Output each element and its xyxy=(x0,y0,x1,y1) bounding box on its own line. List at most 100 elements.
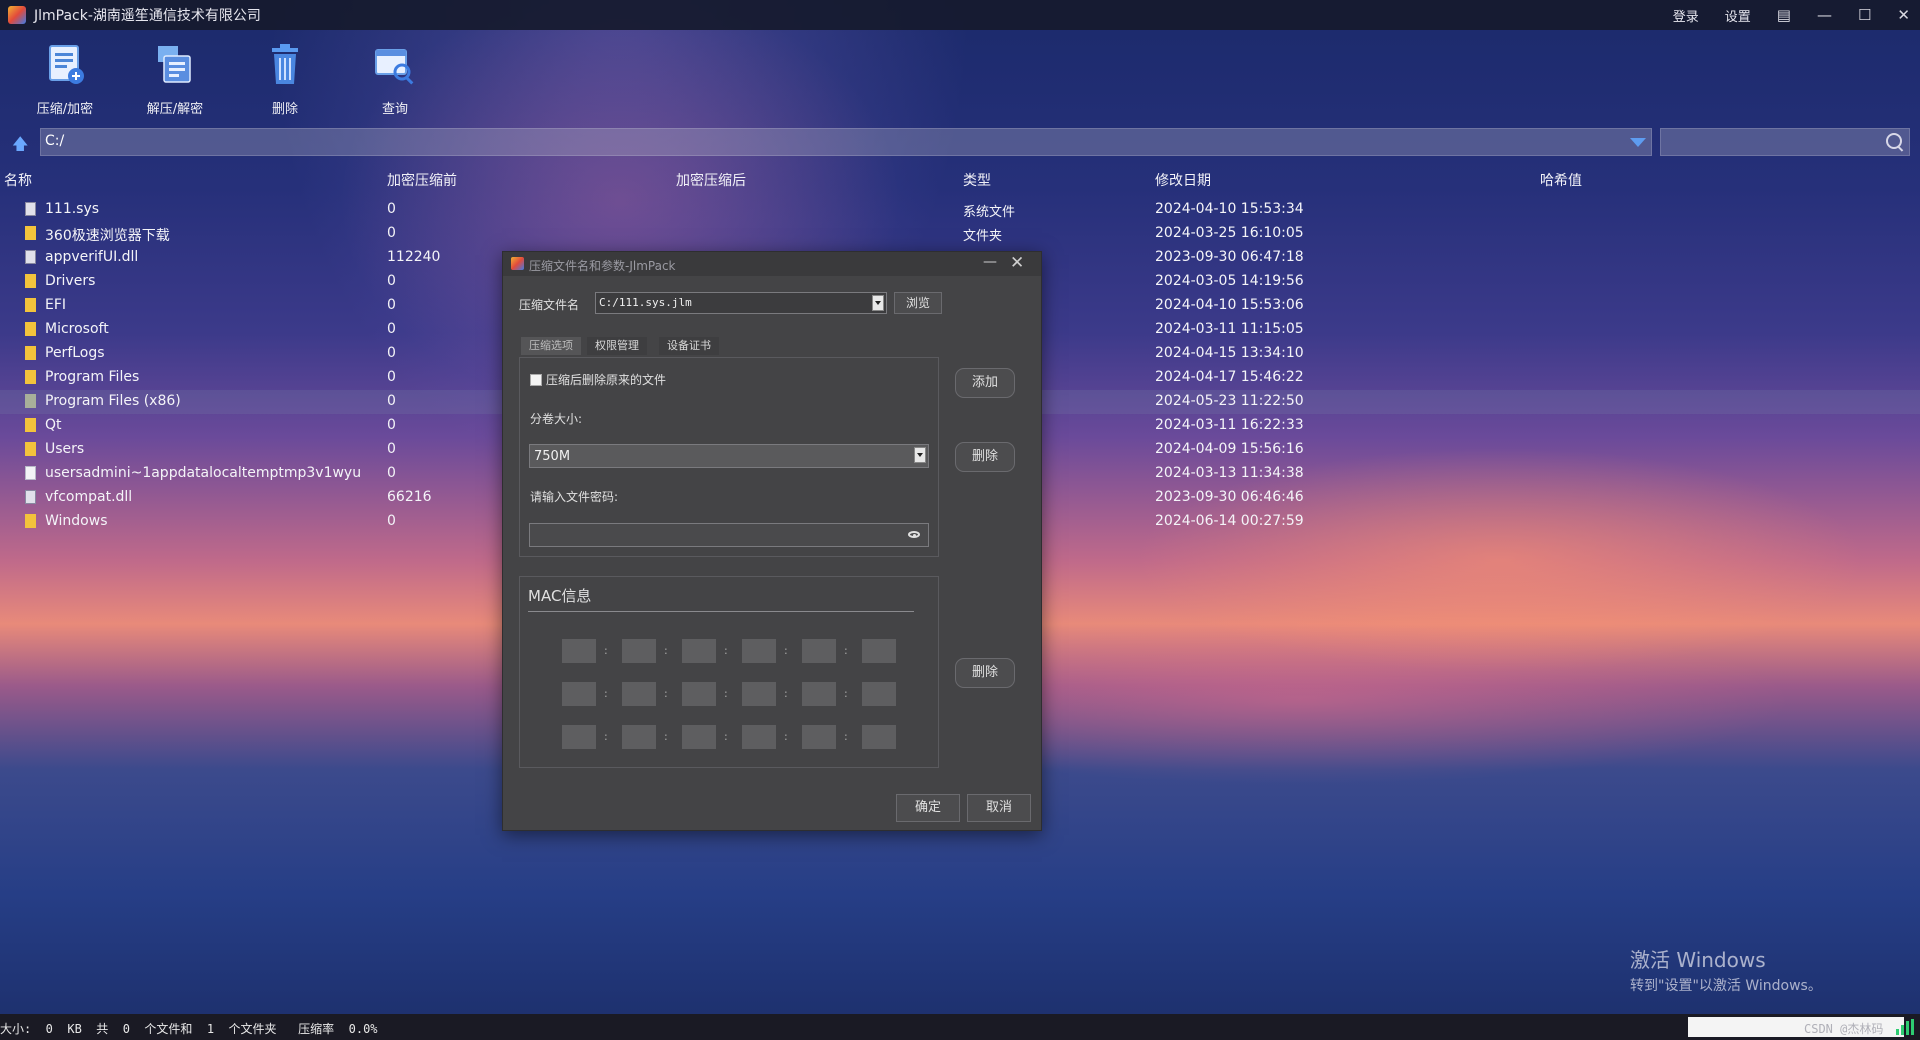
volume-size-value: 750M xyxy=(534,449,571,464)
folder-icon xyxy=(25,418,36,432)
folder-icon xyxy=(25,346,36,360)
window-title: JlmPack-湖南遥笙通信技术有限公司 xyxy=(34,8,261,24)
up-arrow-icon[interactable]: 🡅 xyxy=(12,133,28,153)
menu-icon[interactable]: ▤ xyxy=(1777,6,1791,24)
password-input[interactable] xyxy=(529,523,929,547)
folder-icon xyxy=(25,298,36,312)
folder-icon xyxy=(25,226,36,240)
delete-after-checkbox[interactable] xyxy=(530,374,542,386)
mac-field[interactable] xyxy=(862,682,896,706)
eye-icon[interactable] xyxy=(908,531,920,538)
header-hash[interactable]: 哈希值 xyxy=(1540,170,1582,190)
mac-field[interactable] xyxy=(742,682,776,706)
query-label: 查询 xyxy=(381,102,408,117)
compress-label: 压缩/加密 xyxy=(36,102,94,117)
extract-icon xyxy=(152,42,198,88)
mac-field[interactable] xyxy=(742,725,776,749)
mac-field[interactable] xyxy=(802,639,836,663)
mac-info-panel: MAC信息 : : : : : : : : : : : : : : : xyxy=(519,576,939,768)
folder-icon xyxy=(25,322,36,336)
mac-field[interactable] xyxy=(802,682,836,706)
settings-link[interactable]: 设置 xyxy=(1725,6,1751,25)
compress-options-panel: 压缩后删除原来的文件 分卷大小: 750M 请输入文件密码: xyxy=(519,357,939,557)
mac-field[interactable] xyxy=(802,725,836,749)
chevron-down-icon[interactable] xyxy=(872,295,884,311)
header-type[interactable]: 类型 xyxy=(963,170,991,190)
cancel-button[interactable]: 取消 xyxy=(967,794,1031,822)
title-actions: 登录 设置 ▤ — ☐ ✕ xyxy=(1673,0,1910,30)
close-icon[interactable]: ✕ xyxy=(1897,6,1910,24)
mac-field[interactable] xyxy=(742,639,776,663)
query-icon xyxy=(372,42,418,88)
signal-icon xyxy=(1896,1019,1914,1035)
extract-button[interactable]: 解压/解密 xyxy=(120,36,230,117)
sys-file-icon xyxy=(25,202,36,216)
app-logo-icon xyxy=(8,6,26,24)
dll-file-icon xyxy=(25,490,36,504)
chevron-down-icon[interactable] xyxy=(914,447,926,463)
mac-field[interactable] xyxy=(622,639,656,663)
watermark-title: 激活 Windows xyxy=(1630,948,1766,972)
status-text: 大小: 0 KB 共 0 个文件和 1 个文件夹 压缩率 0.0% xyxy=(0,1022,378,1036)
minimize-icon[interactable]: — xyxy=(1817,6,1832,24)
folder-icon xyxy=(25,274,36,288)
mac-info-title: MAC信息 xyxy=(528,587,592,605)
mac-field[interactable] xyxy=(622,725,656,749)
dialog-close-icon[interactable]: ✕ xyxy=(1010,253,1024,273)
tab-device-cert[interactable]: 设备证书 xyxy=(659,337,719,355)
csdn-label: CSDN @杰林码 xyxy=(1804,1022,1884,1036)
mac-field[interactable] xyxy=(862,639,896,663)
column-headers: 名称 加密压缩前 加密压缩后 类型 修改日期 哈希值 xyxy=(0,170,1920,190)
delete-button[interactable]: 删除 xyxy=(230,36,340,117)
title-bar: JlmPack-湖南遥笙通信技术有限公司 登录 设置 ▤ — ☐ ✕ xyxy=(0,0,1920,30)
password-label: 请输入文件密码: xyxy=(530,490,619,504)
activation-watermark: 激活 Windows 转到"设置"以激活 Windows。 xyxy=(1630,944,1822,995)
delete-button-2[interactable]: 删除 xyxy=(955,658,1015,688)
path-dropdown-icon[interactable] xyxy=(1630,138,1646,147)
path-input[interactable]: C:/ xyxy=(40,128,1652,156)
delete-button-1[interactable]: 删除 xyxy=(955,442,1015,472)
search-icon[interactable] xyxy=(1886,133,1902,149)
mac-field[interactable] xyxy=(862,725,896,749)
delete-after-label: 压缩后删除原来的文件 xyxy=(546,373,667,387)
table-row[interactable]: 111.sys 0 系统文件 2024-04-10 15:53:34 xyxy=(0,198,1920,222)
search-input[interactable] xyxy=(1660,128,1910,156)
mac-field[interactable] xyxy=(562,682,596,706)
dll-file-icon xyxy=(25,250,36,264)
mac-field[interactable] xyxy=(682,725,716,749)
delete-label: 删除 xyxy=(271,102,298,117)
mac-field[interactable] xyxy=(562,639,596,663)
mac-field[interactable] xyxy=(562,725,596,749)
mac-divider xyxy=(528,611,914,612)
extract-label: 解压/解密 xyxy=(146,102,204,117)
header-after[interactable]: 加密压缩后 xyxy=(676,170,746,190)
mac-field[interactable] xyxy=(682,639,716,663)
header-modified[interactable]: 修改日期 xyxy=(1155,170,1211,190)
file-name-label: 压缩文件名 xyxy=(519,298,580,312)
toolbar: 压缩/加密 解压/解密 删除 查询 xyxy=(0,30,1920,126)
header-before[interactable]: 加密压缩前 xyxy=(387,170,457,190)
maximize-icon[interactable]: ☐ xyxy=(1858,6,1871,24)
file-name-combo[interactable]: C:/111.sys.jlm xyxy=(595,292,887,314)
mac-field[interactable] xyxy=(682,682,716,706)
add-button[interactable]: 添加 xyxy=(955,368,1015,398)
compress-icon xyxy=(42,42,88,88)
table-row[interactable]: 360极速浏览器下载 0 文件夹 2024-03-25 16:10:05 xyxy=(0,222,1920,246)
path-bar: 🡅 C:/ xyxy=(0,128,1920,158)
compress-button[interactable]: 压缩/加密 xyxy=(10,36,120,117)
query-button[interactable]: 查询 xyxy=(340,36,450,117)
dialog-title-bar: 压缩文件名和参数-JlmPack — ✕ xyxy=(503,252,1041,276)
tab-compress-options[interactable]: 压缩选项 xyxy=(521,337,581,355)
mac-field[interactable] xyxy=(622,682,656,706)
dialog-title: 压缩文件名和参数-JlmPack xyxy=(529,259,676,273)
header-name[interactable]: 名称 xyxy=(4,170,32,190)
folder-gray-icon xyxy=(25,394,36,408)
dialog-minimize-icon[interactable]: — xyxy=(983,254,997,270)
browse-button[interactable]: 浏览 xyxy=(894,292,942,314)
dialog-logo-icon xyxy=(511,257,524,270)
tab-permissions[interactable]: 权限管理 xyxy=(587,337,647,355)
volume-size-select[interactable]: 750M xyxy=(529,444,929,468)
folder-icon xyxy=(25,442,36,456)
login-link[interactable]: 登录 xyxy=(1673,6,1699,25)
ok-button[interactable]: 确定 xyxy=(896,794,960,822)
